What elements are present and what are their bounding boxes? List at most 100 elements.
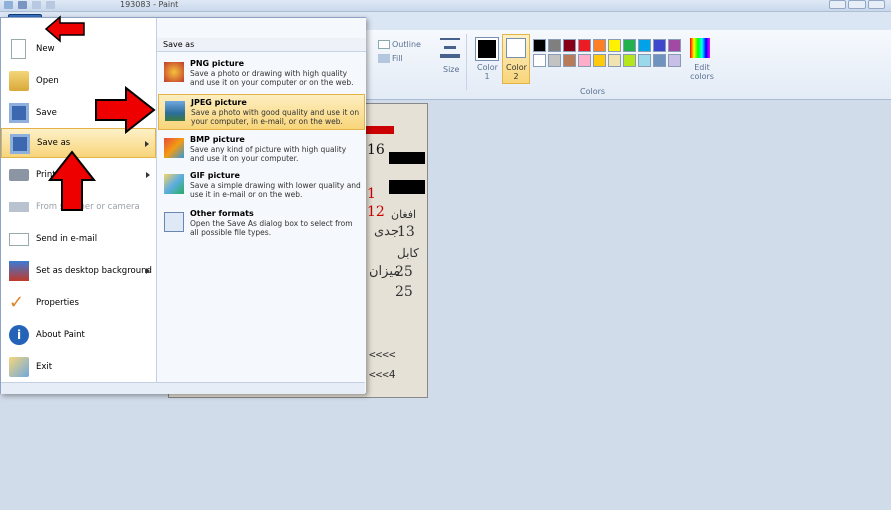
window-title: 193083 - Paint bbox=[120, 0, 179, 9]
palette-swatch[interactable] bbox=[533, 54, 546, 67]
save-as-submenu: Save as PNG picture Save a photo or drawi… bbox=[156, 18, 366, 393]
palette-swatch[interactable] bbox=[548, 54, 561, 67]
palette-swatch[interactable] bbox=[668, 39, 681, 52]
menu-item-exit[interactable]: Exit bbox=[1, 352, 156, 382]
paint-app-icon[interactable] bbox=[4, 1, 13, 9]
palette-swatch[interactable] bbox=[623, 39, 636, 52]
outline-icon bbox=[378, 40, 390, 49]
format-title: GIF picture bbox=[190, 171, 240, 180]
fill-dropdown[interactable]: Fill bbox=[392, 54, 403, 63]
menu-footer bbox=[1, 382, 365, 394]
menu-item-label: New bbox=[36, 44, 55, 54]
format-title: Other formats bbox=[190, 209, 254, 218]
menu-item-label: Set as desktop background bbox=[36, 266, 152, 276]
color1-swatch[interactable] bbox=[475, 37, 499, 61]
undo-icon[interactable] bbox=[32, 1, 41, 9]
palette-swatch[interactable] bbox=[563, 54, 576, 67]
colors-group-label: Colors bbox=[580, 87, 606, 96]
save-as-other-formats[interactable]: Other formats Open the Save As dialog box… bbox=[158, 206, 365, 242]
save-as-bmp[interactable]: BMP picture Save any kind of picture with… bbox=[158, 132, 365, 168]
menu-item-about[interactable]: i About Paint bbox=[1, 320, 156, 350]
close-button[interactable] bbox=[867, 0, 885, 9]
size-button[interactable]: Size bbox=[443, 65, 459, 74]
color2-swatch bbox=[506, 38, 526, 58]
title-bar: 193083 - Paint bbox=[0, 0, 891, 12]
menu-item-label: Properties bbox=[36, 298, 79, 308]
minimize-button[interactable] bbox=[829, 0, 847, 9]
redaction-bar bbox=[389, 152, 425, 164]
redaction-bar bbox=[389, 180, 425, 194]
menu-item-label: Exit bbox=[36, 362, 53, 372]
arrow-up-annotation-icon bbox=[48, 150, 96, 211]
image-number-16: 16 bbox=[367, 142, 385, 158]
arrow-right-annotation-icon bbox=[95, 86, 156, 134]
color2-label: Color 2 bbox=[506, 63, 527, 81]
menu-item-label: Save bbox=[36, 108, 57, 118]
image-mrz-line2: <<<4 bbox=[369, 368, 396, 381]
email-icon bbox=[9, 233, 29, 246]
save-as-png[interactable]: PNG picture Save a photo or drawing with … bbox=[158, 56, 365, 92]
size-icon-bar bbox=[444, 46, 456, 49]
image-jadi: جدی bbox=[374, 224, 400, 239]
checkmark-icon: ✓ bbox=[9, 292, 25, 313]
menu-item-label: Save as bbox=[37, 138, 71, 148]
palette-swatch[interactable] bbox=[653, 54, 666, 67]
menu-item-send-email[interactable]: Send in e-mail bbox=[1, 224, 156, 254]
image-mrz-line1: <<<< bbox=[369, 348, 396, 361]
group-divider bbox=[466, 34, 467, 90]
redo-icon[interactable] bbox=[46, 1, 55, 9]
image-number-12: 12 bbox=[367, 204, 385, 220]
format-title: JPEG picture bbox=[191, 98, 247, 107]
fill-icon bbox=[378, 54, 390, 63]
edit-colors-icon bbox=[690, 38, 710, 58]
window-controls bbox=[829, 0, 885, 10]
format-description: Save any kind of picture with high quali… bbox=[190, 145, 347, 163]
format-description: Save a photo or drawing with high qualit… bbox=[190, 69, 354, 87]
open-folder-icon bbox=[9, 71, 29, 91]
palette-swatch[interactable] bbox=[608, 39, 621, 52]
menu-item-label: Open bbox=[36, 76, 59, 86]
submenu-heading: Save as bbox=[157, 38, 366, 52]
desktop-background-icon bbox=[9, 261, 29, 281]
save-as-jpeg[interactable]: JPEG picture Save a photo with good quali… bbox=[158, 94, 365, 130]
format-description: Save a photo with good quality and use i… bbox=[191, 108, 360, 126]
scanner-icon bbox=[9, 202, 29, 212]
palette-swatch[interactable] bbox=[668, 54, 681, 67]
png-picture-icon bbox=[164, 62, 184, 82]
edit-colors-button[interactable]: Edit colors bbox=[690, 63, 714, 81]
bmp-picture-icon bbox=[164, 138, 184, 158]
palette-swatch[interactable] bbox=[623, 54, 636, 67]
red-stamp bbox=[364, 126, 394, 134]
palette-swatch[interactable] bbox=[533, 39, 546, 52]
palette-swatch[interactable] bbox=[638, 54, 651, 67]
gif-picture-icon bbox=[164, 174, 184, 194]
format-title: BMP picture bbox=[190, 135, 245, 144]
quick-save-icon[interactable] bbox=[18, 1, 27, 9]
new-file-icon bbox=[11, 39, 26, 59]
palette-swatch[interactable] bbox=[653, 39, 666, 52]
maximize-button[interactable] bbox=[848, 0, 866, 9]
image-afghan: افغان bbox=[391, 208, 417, 221]
submenu-arrow-icon bbox=[146, 268, 150, 274]
menu-item-properties[interactable]: ✓ Properties bbox=[1, 288, 156, 318]
menu-item-desktop-background[interactable]: Set as desktop background bbox=[1, 256, 156, 286]
palette-swatch[interactable] bbox=[578, 54, 591, 67]
jpeg-picture-icon bbox=[165, 101, 185, 121]
palette-swatch[interactable] bbox=[548, 39, 561, 52]
palette-swatch[interactable] bbox=[638, 39, 651, 52]
palette-swatch[interactable] bbox=[563, 39, 576, 52]
palette-swatch[interactable] bbox=[593, 54, 606, 67]
image-number-1: 1 bbox=[367, 186, 376, 202]
palette-swatch[interactable] bbox=[608, 54, 621, 67]
menu-item-label: Send in e-mail bbox=[36, 234, 98, 244]
outline-dropdown[interactable]: Outline bbox=[392, 40, 421, 49]
exit-icon bbox=[9, 357, 29, 377]
format-description: Open the Save As dialog box to select fr… bbox=[190, 219, 353, 237]
palette-swatch[interactable] bbox=[593, 39, 606, 52]
printer-icon bbox=[9, 169, 29, 181]
image-number-13: 13 bbox=[397, 224, 415, 240]
save-disk-icon bbox=[9, 103, 29, 123]
save-as-gif[interactable]: GIF picture Save a simple drawing with lo… bbox=[158, 168, 365, 204]
palette-swatch[interactable] bbox=[578, 39, 591, 52]
submenu-arrow-icon bbox=[145, 141, 149, 147]
